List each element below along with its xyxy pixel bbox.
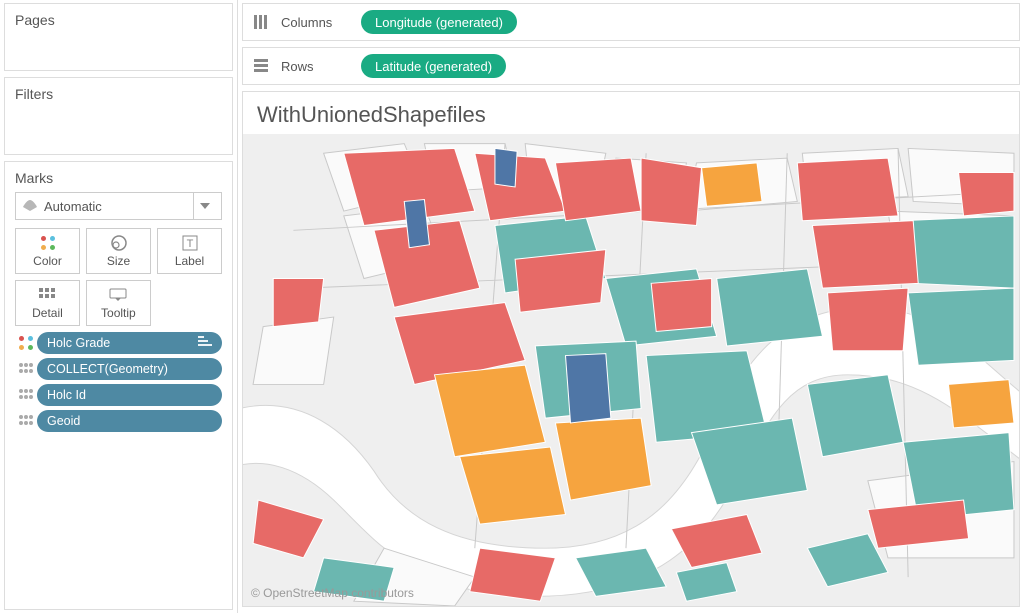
rows-icon (253, 58, 273, 74)
map-canvas[interactable]: © OpenStreetMap contributors (243, 134, 1019, 606)
label-button-label: Label (175, 254, 204, 268)
detail-pill-icon[interactable] (15, 363, 37, 375)
pill-label: COLLECT(Geometry) (47, 362, 168, 376)
detail-button[interactable]: Detail (15, 280, 80, 326)
color-pill-icon[interactable] (15, 336, 37, 350)
map-attribution: © OpenStreetMap contributors (251, 586, 414, 600)
detail-pill-icon[interactable] (15, 389, 37, 401)
color-icon (41, 234, 55, 252)
marks-pill-geoid[interactable]: Geoid (37, 410, 222, 432)
pill-label: Holc Grade (47, 336, 110, 350)
detail-button-label: Detail (32, 306, 63, 320)
rows-shelf[interactable]: Rows Latitude (generated) (242, 47, 1020, 85)
size-icon (109, 234, 129, 252)
pill-label: Geoid (47, 414, 80, 428)
tooltip-button-label: Tooltip (101, 306, 136, 320)
columns-pill[interactable]: Longitude (generated) (361, 10, 517, 34)
mark-type-select[interactable]: Automatic (15, 192, 222, 220)
filters-label: Filters (15, 86, 222, 102)
columns-icon (253, 14, 273, 30)
size-button-label: Size (107, 254, 130, 268)
color-button-label: Color (33, 254, 62, 268)
color-button[interactable]: Color (15, 228, 80, 274)
mark-type-label: Automatic (44, 199, 102, 214)
tooltip-button[interactable]: Tooltip (86, 280, 151, 326)
columns-shelf[interactable]: Columns Longitude (generated) (242, 3, 1020, 41)
pill-label: Holc Id (47, 388, 86, 402)
size-button[interactable]: Size (86, 228, 151, 274)
chevron-down-icon[interactable] (193, 193, 215, 219)
pill-label: Longitude (generated) (375, 15, 503, 30)
marks-pill-holc-grade[interactable]: Holc Grade (37, 332, 222, 354)
rows-pill[interactable]: Latitude (generated) (361, 54, 506, 78)
pages-label: Pages (15, 12, 222, 28)
tooltip-icon (109, 286, 127, 304)
filters-panel: Filters (4, 77, 233, 155)
pages-panel: Pages (4, 3, 233, 71)
detail-pill-icon[interactable] (15, 415, 37, 427)
marks-pill-collect-geometry[interactable]: COLLECT(Geometry) (37, 358, 222, 380)
marks-label: Marks (15, 170, 222, 186)
marks-pill-row: Holc Id (15, 384, 222, 406)
marks-panel: Marks Automatic Color Size (4, 161, 233, 610)
marks-pill-row: Geoid (15, 410, 222, 432)
marks-pill-row: COLLECT(Geometry) (15, 358, 222, 380)
label-button[interactable]: T Label (157, 228, 222, 274)
marks-pill-holc-id[interactable]: Holc Id (37, 384, 222, 406)
pill-label: Latitude (generated) (375, 59, 492, 74)
label-icon: T (182, 234, 198, 252)
sort-icon (198, 336, 212, 351)
viz-title: WithUnionedShapefiles (243, 92, 1019, 134)
automatic-mark-icon (22, 198, 38, 215)
viz-area: WithUnionedShapefiles (242, 91, 1020, 607)
rows-label: Rows (281, 59, 361, 74)
columns-label: Columns (281, 15, 361, 30)
marks-pill-row: Holc Grade (15, 332, 222, 354)
svg-text:T: T (186, 238, 193, 250)
detail-icon (39, 286, 55, 304)
